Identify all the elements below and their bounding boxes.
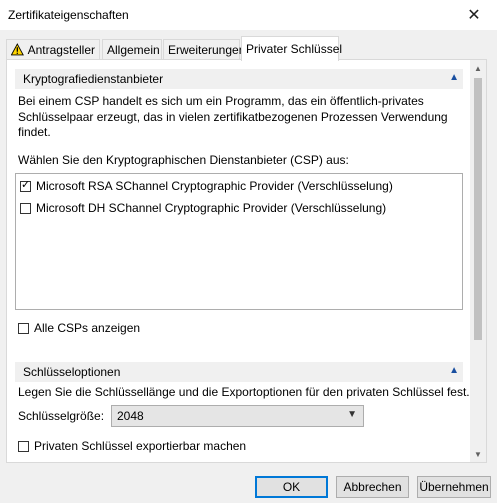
vertical-scrollbar[interactable]: ▲ ▼ [470,60,486,462]
checkbox-box[interactable] [18,440,29,452]
show-all-csps-checkbox[interactable]: Alle CSPs anzeigen [18,321,140,335]
checkbox-box[interactable] [20,202,31,214]
tab-label: Antragsteller [27,42,95,57]
close-icon[interactable]: ✕ [451,0,497,30]
tab-erweiterungen[interactable]: Erweiterungen [163,39,245,59]
checkbox-box[interactable]: ✓ [20,178,31,192]
exportable-label: Privaten Schlüssel exportierbar machen [34,439,247,453]
provider-rsa-checkbox[interactable]: ✓ Microsoft RSA SChannel Cryptographic P… [20,179,393,193]
certificate-properties-dialog: Zertifikateigenschaften ✕ Antragsteller … [0,0,497,503]
show-all-label: Alle CSPs anzeigen [34,321,141,335]
tab-privater-schluessel[interactable]: Privater Schlüssel [241,36,343,61]
tab-antragsteller[interactable]: Antragsteller [6,39,100,59]
section-title: Schlüsseloptionen [23,365,121,379]
scroll-down-icon[interactable]: ▼ [470,446,486,462]
key-size-select[interactable]: 2048 ▼ [111,405,364,427]
scroll-thumb[interactable] [474,78,482,340]
csp-listbox[interactable]: ✓ Microsoft RSA SChannel Cryptographic P… [15,173,463,310]
csp-description-line-3: findet. [18,125,51,139]
chevron-up-icon[interactable]: ▲ [449,72,459,83]
csp-prompt: Wählen Sie den Kryptographischen Diensta… [18,153,349,167]
tab-label: Allgemein [107,42,160,57]
cancel-button[interactable]: Abbrechen [336,476,409,498]
tab-panel: Kryptografiedienstanbieter ▲ Bei einem C… [6,59,487,463]
csp-section-header[interactable]: Kryptografiedienstanbieter ▲ [15,69,463,89]
provider-label: Microsoft DH SChannel Cryptographic Prov… [36,201,387,215]
exportable-checkbox[interactable]: Privaten Schlüssel exportierbar machen [18,439,246,453]
key-size-label: Schlüsselgröße: [18,409,105,423]
checkmark-icon: ✓ [21,178,31,191]
provider-label: Microsoft RSA SChannel Cryptographic Pro… [36,179,393,193]
ok-button[interactable]: OK [255,476,328,498]
checkbox-box[interactable] [18,322,29,334]
section-title: Kryptografiedienstanbieter [23,72,164,86]
tab-label: Privater Schlüssel [246,42,343,56]
key-options-description: Legen Sie die Schlüssellänge und die Exp… [18,385,470,399]
chevron-up-icon[interactable]: ▲ [449,365,459,376]
apply-button[interactable]: Übernehmen [417,476,491,498]
title-bar: Zertifikateigenschaften ✕ [0,0,497,30]
tab-allgemein[interactable]: Allgemein [102,39,162,59]
scroll-up-icon[interactable]: ▲ [470,60,486,76]
window-title: Zertifikateigenschaften [8,8,129,22]
chevron-down-icon: ▼ [347,409,357,420]
key-size-value: 2048 [117,409,144,423]
scroll-content: Kryptografiedienstanbieter ▲ Bei einem C… [7,60,472,462]
tab-label: Erweiterungen [168,42,246,57]
csp-description-line-1: Bei einem CSP handelt es sich um ein Pro… [18,94,424,108]
key-options-section-header[interactable]: Schlüsseloptionen ▲ [15,362,463,382]
warning-icon [11,43,24,56]
provider-dh-checkbox[interactable]: Microsoft DH SChannel Cryptographic Prov… [20,201,386,215]
csp-description-line-2: Schlüsselpaar erzeugt, das in vielen zer… [18,110,448,124]
